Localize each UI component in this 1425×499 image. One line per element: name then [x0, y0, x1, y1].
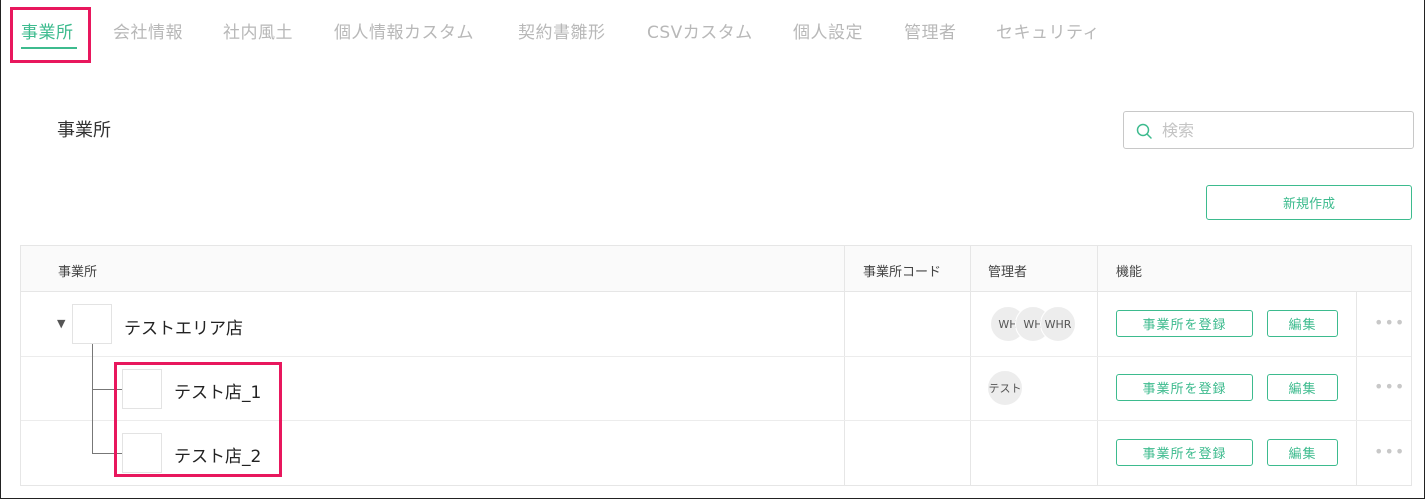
more-horizontal-icon[interactable]: •••	[1374, 442, 1405, 461]
tab-security[interactable]: セキュリティ	[996, 18, 1100, 43]
table-header: 事業所 事業所コード 管理者 機能	[21, 246, 1411, 292]
office-name[interactable]: テストエリア店	[124, 314, 243, 339]
tab-administrators[interactable]: 管理者	[904, 18, 957, 43]
annotation-highlight-tab	[10, 7, 91, 63]
header-office-code: 事業所コード	[863, 265, 942, 280]
more-horizontal-icon[interactable]: •••	[1374, 313, 1405, 332]
edit-button[interactable]: 編集	[1267, 374, 1338, 401]
annotation-highlight-children	[114, 362, 282, 477]
office-thumbnail	[72, 304, 112, 344]
edit-button[interactable]: 編集	[1267, 310, 1338, 337]
caret-down-icon[interactable]: ▼	[57, 317, 65, 330]
table-row: ▼ テストエリア店 WH WH WHR 事業所を登録 編集 •••	[21, 292, 1411, 357]
search-box[interactable]	[1123, 111, 1414, 149]
avatar: WHR	[1040, 306, 1076, 342]
new-office-button[interactable]: 新規作成	[1206, 185, 1412, 220]
search-input[interactable]	[1162, 112, 1407, 148]
register-office-button[interactable]: 事業所を登録	[1116, 439, 1253, 466]
header-administrators: 管理者	[988, 265, 1028, 280]
more-horizontal-icon[interactable]: •••	[1374, 377, 1405, 396]
register-office-button[interactable]: 事業所を登録	[1116, 374, 1253, 401]
settings-tabs: 事業所 会社情報 社内風土 個人情報カスタム 契約書雛形 CSVカスタム 個人設…	[0, 0, 1425, 60]
tab-personal-settings[interactable]: 個人設定	[793, 18, 863, 43]
edit-button[interactable]: 編集	[1267, 439, 1338, 466]
header-functions: 機能	[1116, 265, 1143, 280]
tab-company-info[interactable]: 会社情報	[113, 18, 183, 43]
tab-personal-info-custom[interactable]: 個人情報カスタム	[334, 18, 474, 43]
search-icon	[1136, 123, 1152, 139]
tab-csv-custom[interactable]: CSVカスタム	[647, 18, 753, 43]
tree-connector	[92, 344, 93, 454]
avatar: テスト	[987, 370, 1023, 406]
page-title: 事業所	[57, 120, 111, 141]
header-office: 事業所	[58, 265, 98, 280]
register-office-button[interactable]: 事業所を登録	[1116, 310, 1253, 337]
tab-contract-templates[interactable]: 契約書雛形	[518, 18, 606, 43]
tab-company-culture[interactable]: 社内風土	[223, 18, 293, 43]
